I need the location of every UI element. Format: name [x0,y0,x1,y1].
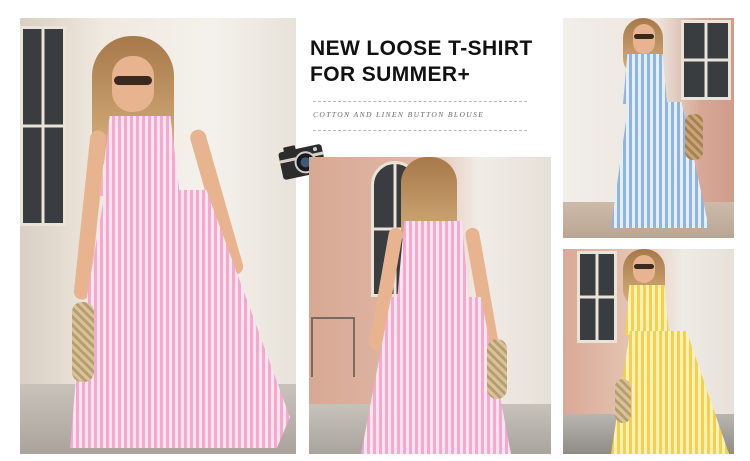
headline-line-2: FOR SUMMER+ [310,63,471,86]
sunglasses [634,264,654,269]
blue-dress-bodice [623,54,667,104]
window [577,251,617,343]
window [681,20,731,100]
sunglasses [114,76,152,85]
divider-top [313,101,527,102]
headline: NEW LOOSE T-SHIRT FOR SUMMER+ [310,36,555,88]
headline-line-1: NEW LOOSE T-SHIRT [310,37,533,60]
subtitle: COTTON AND LINEN BUTTON BLOUSE [313,110,485,119]
photo-back-pink-dress [309,157,551,454]
sunglasses [634,34,654,39]
photo-front-blue-dress [563,18,734,238]
pink-dress-bodice [397,221,469,301]
photo-front-pink-dress [20,18,296,454]
yellow-dress-bodice [625,285,669,335]
straw-bag [615,379,631,423]
straw-bag [487,339,507,399]
divider-bottom [313,130,527,131]
bench [311,317,355,377]
window [20,26,66,226]
model-face [633,255,655,283]
model-face [633,24,655,54]
pink-dress-bodice [100,116,180,196]
photo-front-yellow-dress [563,249,734,454]
straw-bag [685,114,703,160]
straw-bag [72,302,94,382]
